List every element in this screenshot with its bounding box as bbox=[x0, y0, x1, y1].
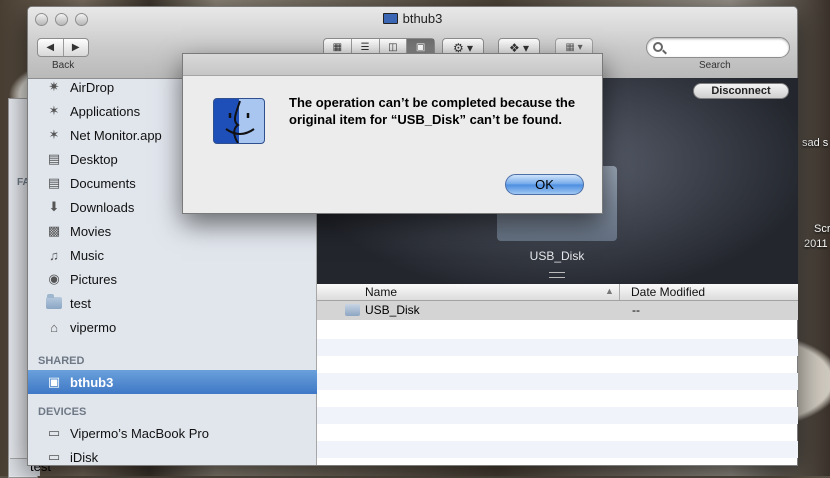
applications-icon: ✶ bbox=[48, 103, 60, 118]
folder-icon bbox=[345, 304, 360, 316]
pictures-icon: ◉ bbox=[48, 271, 60, 286]
idisk-icon: ▭ bbox=[47, 449, 61, 464]
sidebar-item-music[interactable]: ♫ Music bbox=[28, 243, 317, 267]
computer-icon bbox=[382, 13, 398, 24]
sidebar-item-vipermo[interactable]: ⌂ vipermo bbox=[28, 315, 317, 339]
search-icon bbox=[653, 42, 663, 52]
window-title: bthub3 bbox=[28, 11, 797, 26]
back-label: Back bbox=[52, 60, 75, 71]
search-input[interactable] bbox=[646, 37, 790, 58]
sidebar-item-idisk[interactable]: ▭ iDisk bbox=[28, 445, 317, 465]
desktop-label[interactable]: 2011 bbox=[804, 238, 828, 250]
forward-button[interactable]: ▶ bbox=[64, 39, 89, 56]
table-row-empty bbox=[317, 373, 798, 390]
downloads-icon: ⬇ bbox=[48, 199, 60, 214]
documents-icon: ▤ bbox=[47, 175, 61, 190]
column-header-name[interactable]: Name bbox=[365, 285, 397, 299]
table-row-empty bbox=[317, 424, 798, 441]
app-icon: ✶ bbox=[48, 127, 60, 142]
table-row-empty bbox=[317, 339, 798, 356]
table-row[interactable]: USB_Disk -- bbox=[317, 301, 798, 320]
sidebar-item-pictures[interactable]: ◉ Pictures bbox=[28, 267, 317, 291]
sort-ascending-icon: ▲ bbox=[605, 286, 614, 296]
search-label: Search bbox=[699, 60, 731, 71]
music-icon: ♫ bbox=[49, 247, 59, 263]
table-row-empty bbox=[317, 356, 798, 373]
alert-dialog: The operation can’t be completed because… bbox=[182, 53, 603, 214]
airdrop-icon: ✷ bbox=[48, 79, 60, 94]
coverflow-resize-handle[interactable] bbox=[549, 272, 565, 278]
computer-icon: ▣ bbox=[47, 374, 61, 389]
sidebar-header-shared: SHARED bbox=[38, 355, 85, 367]
home-icon: ⌂ bbox=[50, 319, 58, 335]
folder-icon bbox=[45, 294, 63, 311]
dialog-sheet-top bbox=[183, 54, 602, 76]
table-row-empty bbox=[317, 407, 798, 424]
sidebar-item-movies[interactable]: ▩ Movies bbox=[28, 219, 317, 243]
sidebar-header-devices: DEVICES bbox=[38, 406, 87, 418]
preview-label: USB_Disk bbox=[529, 249, 585, 263]
list-header: Name ▲ Date Modified bbox=[317, 284, 798, 301]
table-row-empty bbox=[317, 390, 798, 407]
movies-icon: ▩ bbox=[47, 223, 61, 238]
ok-button[interactable]: OK bbox=[505, 174, 584, 195]
sidebar-item-macbook-pro[interactable]: ▭ Vipermo’s MacBook Pro bbox=[28, 421, 317, 445]
desktop-label[interactable]: Scr bbox=[814, 223, 830, 235]
table-row-empty bbox=[317, 441, 798, 458]
disconnect-button[interactable]: Disconnect bbox=[693, 83, 789, 99]
back-button[interactable]: ◀ bbox=[38, 39, 64, 56]
sidebar-item-bthub3[interactable]: ▣ bthub3 bbox=[28, 370, 317, 394]
finder-icon bbox=[213, 98, 265, 144]
laptop-icon: ▭ bbox=[47, 425, 61, 440]
sidebar-item-test[interactable]: test bbox=[28, 291, 317, 315]
desktop-label[interactable]: sad s bbox=[802, 137, 828, 149]
dialog-message: The operation can’t be completed because… bbox=[289, 95, 576, 127]
desktop-icon: ▤ bbox=[47, 151, 61, 166]
column-divider[interactable] bbox=[619, 284, 620, 300]
column-header-date[interactable]: Date Modified bbox=[631, 285, 705, 299]
back-forward-control[interactable]: ◀ ▶ bbox=[37, 38, 89, 57]
table-row-empty bbox=[317, 320, 798, 339]
